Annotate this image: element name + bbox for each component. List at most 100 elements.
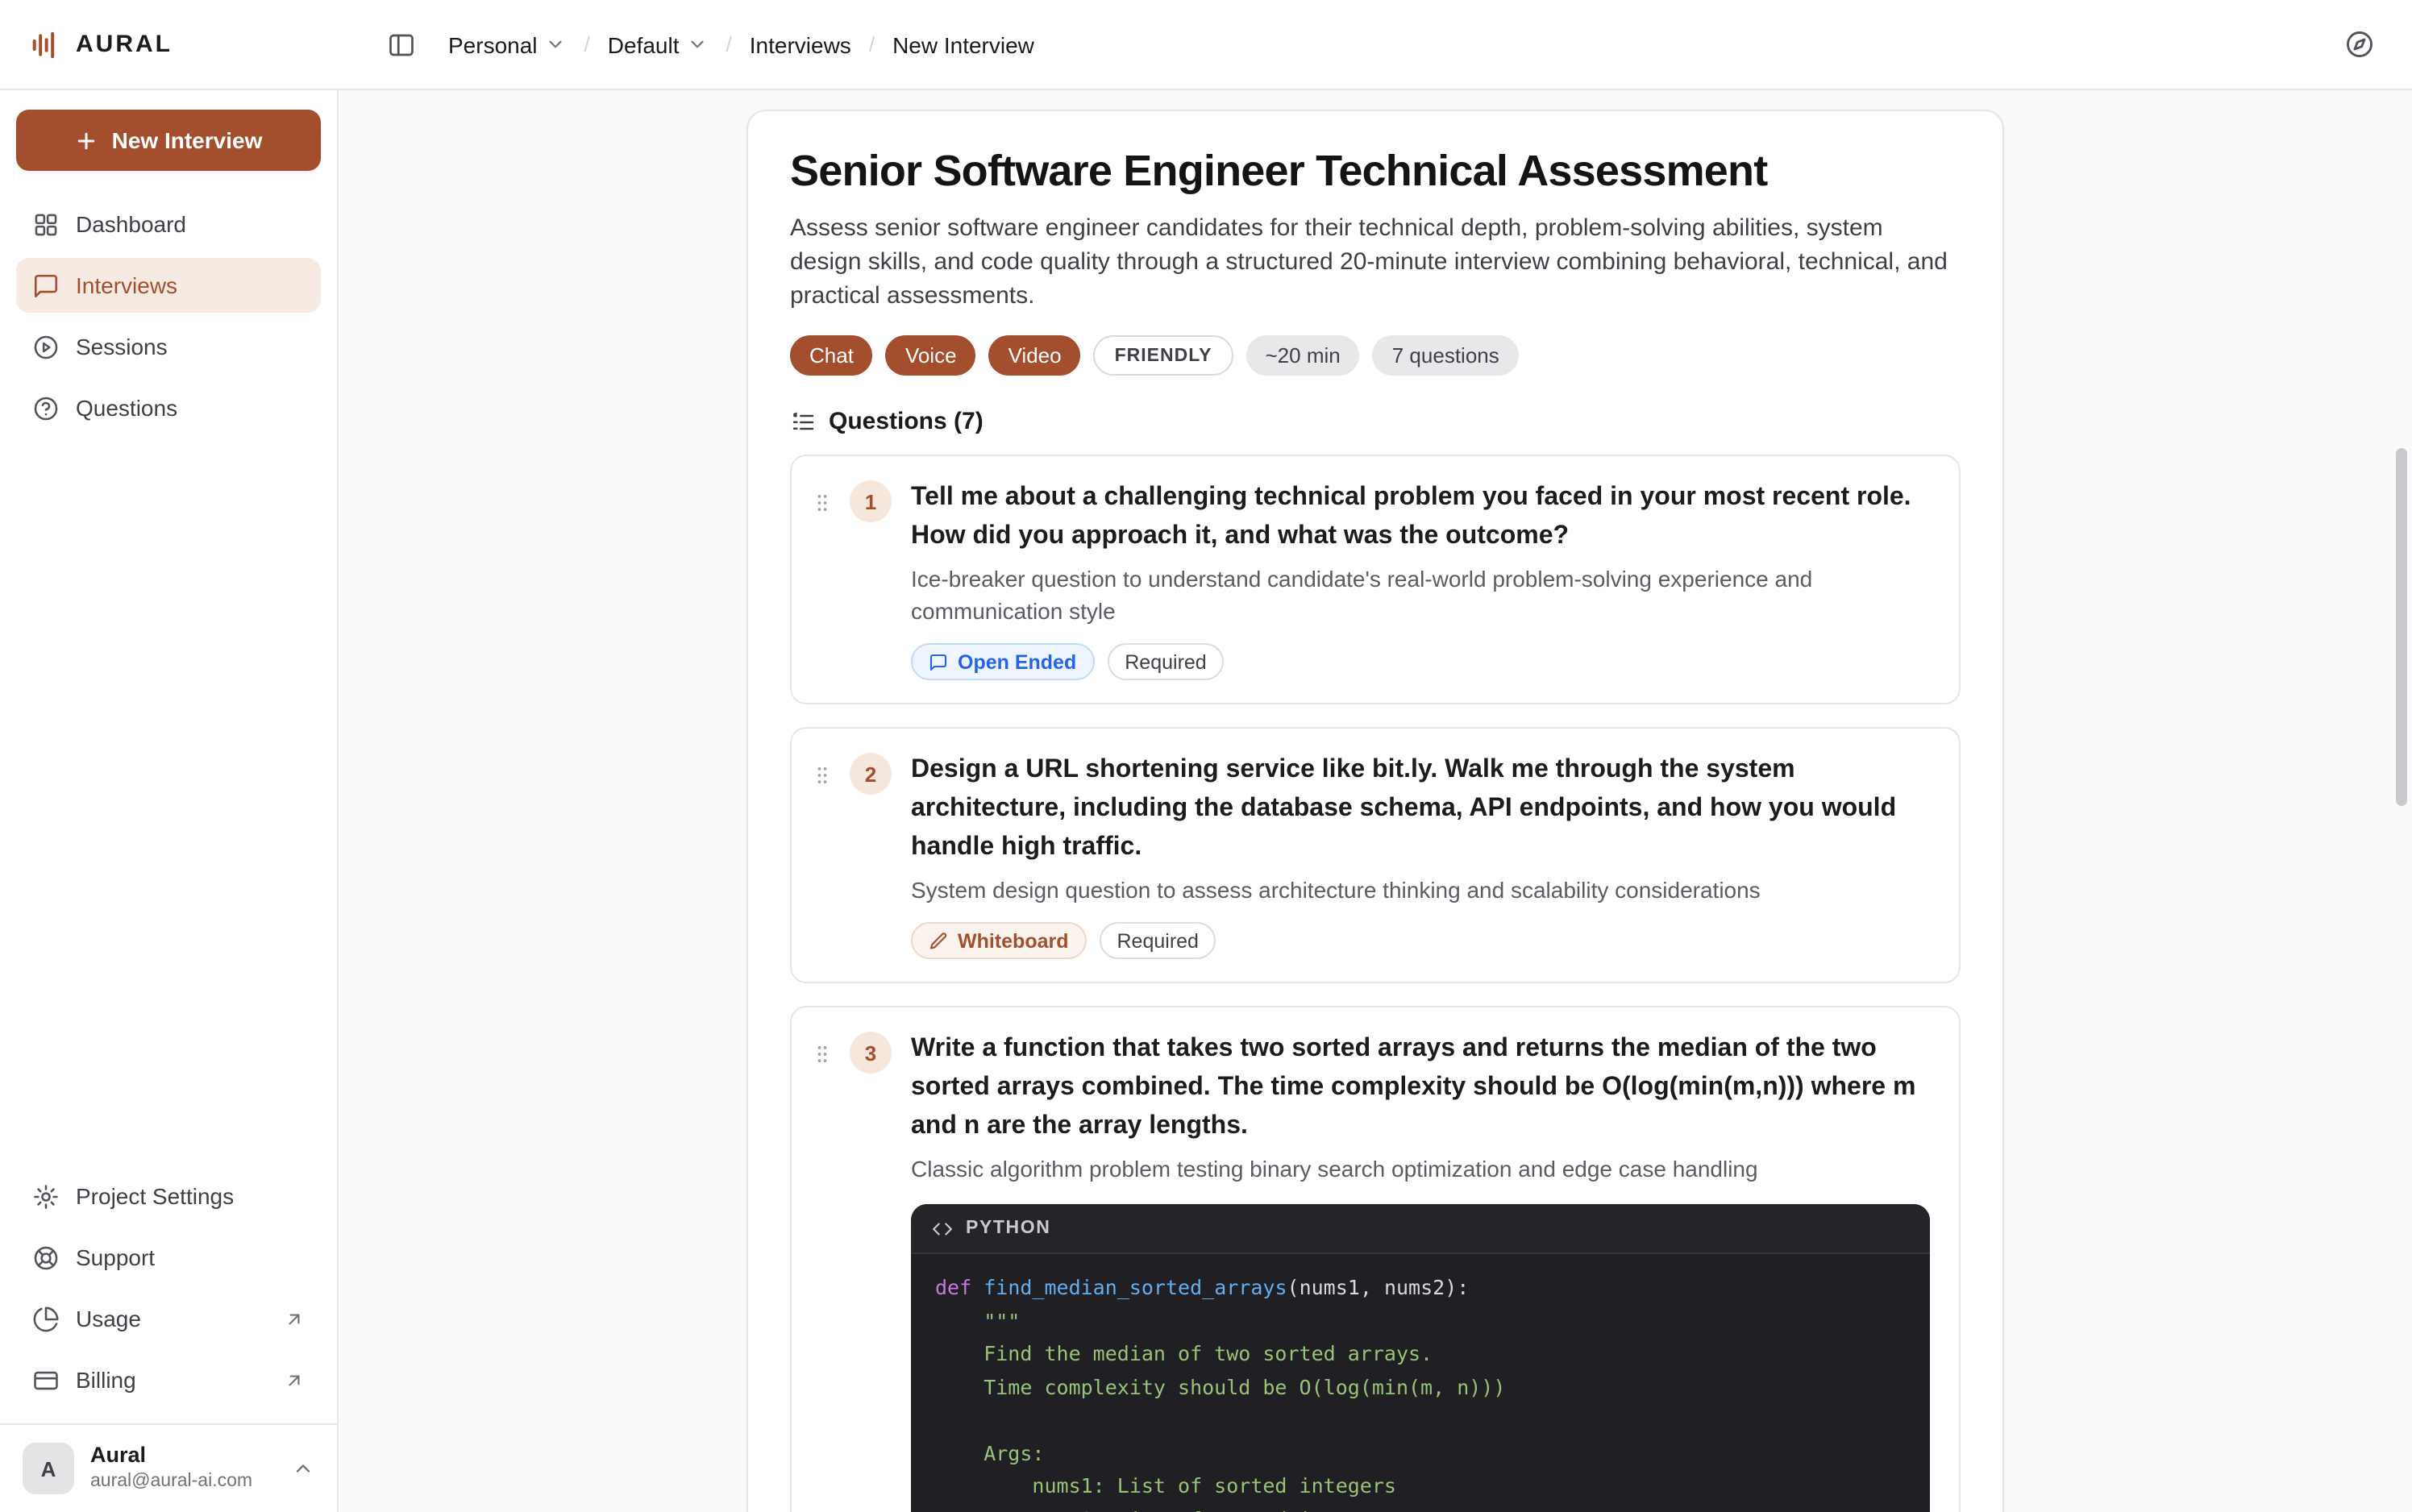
sidebar-item-label: Questions [76,395,177,421]
sidebar-item-label: Sessions [76,334,168,359]
questions-section-title: Questions (7) [829,408,984,435]
required-badge: Required [1107,643,1224,680]
main-content: Senior Software Engineer Technical Asses… [339,90,2412,1512]
code-block: PYTHON def find_median_sorted_arrays(num… [911,1204,1930,1512]
top-bar: AURAL Personal / Default [0,0,2412,90]
sidebar-item-label: Support [76,1244,155,1270]
sidebar: New Interview Dashboard Intervie [0,90,339,1512]
pie-chart-icon [32,1305,60,1332]
breadcrumb-section: Interviews [750,31,851,57]
question-title: Design a URL shortening service like bit… [911,751,1930,867]
duration-badge: ~20 min [1246,335,1360,376]
breadcrumb-current-page: New Interview [892,31,1034,57]
user-name: Aural [90,1443,252,1471]
sidebar-item-interviews[interactable]: Interviews [16,258,321,313]
breadcrumb-separator: / [726,32,732,56]
lifebuoy-icon [32,1244,60,1271]
code-block-header: PYTHON [911,1204,1930,1254]
question-type-badge: Whiteboard [911,922,1087,959]
drag-handle-icon[interactable] [811,1040,834,1512]
sidebar-item-label: Project Settings [76,1183,234,1209]
sidebar-item-label: Interviews [76,272,177,298]
external-link-icon [284,1308,305,1329]
interview-description: Assess senior software engineer candidat… [790,211,1961,313]
question-type-label: Whiteboard [958,929,1069,952]
question-title: Write a function that takes two sorted a… [911,1030,1930,1146]
chat-bubble-icon [929,652,948,671]
sidebar-item-project-settings[interactable]: Project Settings [16,1169,321,1223]
page-title: Senior Software Engineer Technical Asses… [790,147,1961,197]
scrollbar-thumb[interactable] [2396,448,2407,806]
sidebar-item-questions[interactable]: Questions [16,380,321,435]
chat-bubble-icon [32,272,60,299]
code-content: def find_median_sorted_arrays(nums1, num… [911,1254,1930,1512]
breadcrumb-project: Default [608,31,680,57]
sidebar-item-usage[interactable]: Usage [16,1291,321,1346]
question-card-2: 2 Design a URL shortening service like b… [790,727,1961,983]
sidebar-toggle-button[interactable] [377,20,426,69]
brand-name: AURAL [76,31,173,58]
app-root: AURAL Personal / Default [0,0,2412,1512]
help-circle-icon [32,394,60,422]
question-badges: Open Ended Required [911,643,1930,680]
question-description: Ice-breaker question to understand candi… [911,563,1930,627]
question-type-label: Open Ended [958,650,1076,673]
breadcrumb-interviews-link[interactable]: Interviews [750,31,851,57]
sidebar-item-billing[interactable]: Billing [16,1352,321,1407]
chevron-down-icon [546,34,567,55]
chevron-down-icon [688,34,709,55]
new-interview-button[interactable]: New Interview [16,110,321,171]
user-email: aural@aural-ai.com [90,1471,252,1494]
compass-icon [2343,29,2374,60]
question-type-badge: Open Ended [911,643,1094,680]
brand: AURAL [0,0,339,89]
breadcrumb-separator: / [584,32,590,56]
breadcrumb-separator: / [869,32,875,56]
sidebar-item-support[interactable]: Support [16,1230,321,1285]
waveform-logo-icon [29,28,61,60]
question-number-badge: 3 [850,1032,892,1074]
sidebar-item-label: Usage [76,1306,141,1331]
sidebar-item-label: Billing [76,1367,136,1393]
questions-section-header: Questions (7) [790,408,1961,435]
question-title: Tell me about a challenging technical pr… [911,479,1930,556]
pencil-icon [929,931,948,950]
sidebar-item-sessions[interactable]: Sessions [16,319,321,374]
project-switcher[interactable]: Default [608,31,709,57]
sidebar-item-label: Dashboard [76,211,186,237]
chevron-up-icon [292,1457,314,1480]
gear-icon [32,1182,60,1210]
sidebar-footer: Project Settings Support [16,1169,321,1512]
drag-handle-icon[interactable] [811,488,834,680]
user-menu[interactable]: A Aural aural@aural-ai.com [0,1423,337,1512]
question-number-badge: 1 [850,480,892,522]
question-count-badge: 7 questions [1373,335,1519,376]
breadcrumb: Personal / Default / Interviews / [448,31,1034,57]
sidebar-footer-nav: Project Settings Support [16,1169,321,1407]
question-description: Classic algorithm problem testing binary… [911,1153,1930,1185]
required-badge: Required [1100,922,1216,959]
code-language-label: PYTHON [966,1219,1050,1238]
sidebar-item-dashboard[interactable]: Dashboard [16,197,321,251]
question-card-1: 1 Tell me about a challenging technical … [790,455,1961,704]
mode-badge-voice: Voice [886,335,976,376]
new-interview-label: New Interview [112,127,263,153]
workspace-switcher[interactable]: Personal [448,31,567,57]
code-icon [932,1218,953,1239]
help-compass-button[interactable] [2335,20,2383,69]
plus-icon [75,128,99,152]
mode-badge-video: Video [989,335,1081,376]
mode-badge-chat: Chat [790,335,873,376]
question-number-badge: 2 [850,753,892,795]
credit-card-icon [32,1366,60,1394]
question-badges: Whiteboard Required [911,922,1930,959]
question-description: System design question to assess archite… [911,874,1930,906]
interview-badges: Chat Voice Video FRIENDLY ~20 min 7 ques… [790,335,1961,376]
drag-handle-icon[interactable] [811,761,834,959]
dashboard-grid-icon [32,210,60,238]
topbar-main: Personal / Default / Interviews / [339,0,2412,89]
tone-badge: FRIENDLY [1094,335,1233,376]
sidebar-nav: Dashboard Interviews Sessions [16,197,321,435]
play-circle-icon [32,333,60,360]
interview-detail-card: Senior Software Engineer Technical Asses… [746,110,2004,1512]
